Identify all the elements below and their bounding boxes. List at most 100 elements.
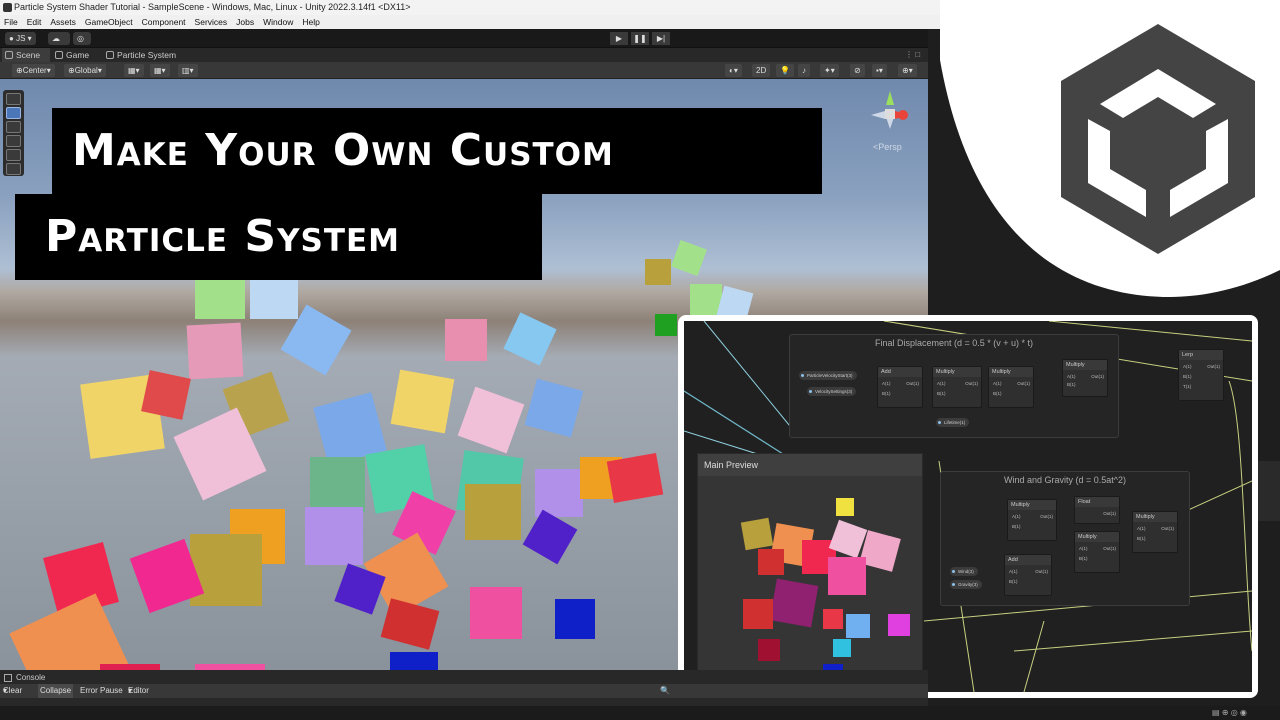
hand-tool-icon[interactable]	[6, 93, 21, 105]
port-out[interactable]: Out(1)	[1103, 511, 1116, 516]
tab-menu-icon[interactable]: ⋮ □	[905, 50, 920, 59]
audio-icon[interactable]: ♪	[798, 64, 810, 77]
multiply-node[interactable]: Multiply A(1) B(1) Out(1)	[1062, 359, 1108, 397]
menu-jobs[interactable]: Jobs	[236, 15, 254, 29]
port-b[interactable]: B(1)	[1067, 382, 1076, 387]
menu-window[interactable]: Window	[263, 15, 293, 29]
port-b[interactable]: B(1)	[937, 391, 946, 396]
account-dropdown[interactable]: ● JS ▾	[5, 32, 36, 45]
rotate-tool-icon[interactable]	[6, 121, 21, 133]
multiply-node[interactable]: Multiply A(1) B(1) Out(1)	[988, 366, 1034, 408]
port-a[interactable]: A(1)	[937, 381, 946, 386]
console-editor-dropdown[interactable]: Editor ▾	[128, 684, 149, 698]
velocity-settings-property[interactable]: VelocitySettings(3)	[807, 387, 857, 396]
port-a[interactable]: A(1)	[1067, 374, 1076, 379]
port-b[interactable]: B(1)	[1137, 536, 1146, 541]
lifetime-property[interactable]: Lifetime(1)	[936, 418, 970, 427]
menu-component[interactable]: Component	[142, 15, 186, 29]
tab-particle-system[interactable]: Particle System	[103, 48, 193, 62]
move-tool-icon[interactable]	[6, 107, 21, 119]
multiply-node[interactable]: Multiply A(1) B(1) Out(1)	[932, 366, 982, 408]
tab-game[interactable]: Game	[52, 48, 98, 62]
add-node[interactable]: Add A(1) B(1) Out(1)	[877, 366, 923, 408]
menu-file[interactable]: File	[4, 15, 18, 29]
cloud-icon[interactable]: ☁	[48, 32, 70, 45]
pivot-dropdown[interactable]: ⊕Center▾	[12, 64, 55, 77]
port-out[interactable]: Out(1)	[906, 381, 919, 386]
port-out[interactable]: Out(1)	[1017, 381, 1030, 386]
port-out[interactable]: Out(1)	[1161, 526, 1174, 531]
port-a[interactable]: A(1)	[1137, 526, 1146, 531]
scale-tool-icon[interactable]	[6, 135, 21, 147]
port-out[interactable]: Out(1)	[1103, 546, 1116, 551]
port-a[interactable]: A(1)	[1012, 514, 1021, 519]
step-button[interactable]: ▶|	[652, 32, 670, 45]
menu-services[interactable]: Services	[195, 15, 228, 29]
port-b[interactable]: B(1)	[882, 391, 891, 396]
port-a[interactable]: A(1)	[882, 381, 891, 386]
toggle-2d-button[interactable]: 2D	[752, 64, 771, 77]
console-icon	[4, 674, 12, 682]
float-node[interactable]: Float Out(1)	[1074, 496, 1120, 524]
port-out[interactable]: Out(1)	[1207, 364, 1220, 369]
port-out[interactable]: Out(1)	[1035, 569, 1048, 574]
perspective-label[interactable]: <Persp	[873, 142, 902, 152]
space-dropdown[interactable]: ⊕Global▾	[64, 64, 106, 77]
port-a[interactable]: A(1)	[993, 381, 1002, 386]
port-b[interactable]: B(1)	[993, 391, 1002, 396]
console-tab[interactable]: Console	[0, 672, 45, 684]
particle	[195, 279, 245, 319]
port-a[interactable]: A(1)	[1009, 569, 1018, 574]
menu-assets[interactable]: Assets	[50, 15, 76, 29]
particle	[671, 240, 707, 276]
grid-snap-button[interactable]: ▦▾	[124, 64, 144, 77]
space-label: Global	[74, 66, 98, 75]
preview-particle	[823, 609, 843, 629]
port-out[interactable]: Out(1)	[965, 381, 978, 386]
incremental-snap-button[interactable]: ▥▾	[178, 64, 198, 77]
port-a[interactable]: A(1)	[1183, 364, 1192, 369]
multiply-node[interactable]: Multiply A(1) B(1) Out(1)	[1132, 511, 1178, 553]
console-clear-button[interactable]: Clear ▾	[3, 684, 22, 698]
scene-gizmo[interactable]	[865, 83, 915, 138]
console-search-icon[interactable]: 🔍	[660, 684, 670, 698]
particle-velocity-property[interactable]: ParticleVelocityStart(3)	[799, 371, 857, 380]
port-out[interactable]: Out(1)	[1040, 514, 1053, 519]
pause-button[interactable]: ❚❚	[631, 32, 649, 45]
lighting-icon[interactable]: 💡	[776, 64, 794, 77]
play-button[interactable]: ▶	[610, 32, 628, 45]
particle	[655, 314, 677, 336]
effects-icon[interactable]: ✦▾	[820, 64, 839, 77]
port-b[interactable]: B(1)	[1012, 524, 1021, 529]
add-node[interactable]: Add A(1) B(1) Out(1)	[1004, 554, 1052, 596]
collab-icon[interactable]: ◎	[73, 32, 91, 45]
multiply-node[interactable]: Multiply A(1) B(1) Out(1)	[1074, 531, 1120, 573]
visibility-icon[interactable]: ⊘	[850, 64, 865, 77]
console-error-pause-button[interactable]: Error Pause	[80, 684, 123, 698]
camera-icon[interactable]: ▪▾	[872, 64, 887, 77]
wind-property[interactable]: Wind(3)	[950, 567, 978, 576]
menu-edit[interactable]: Edit	[27, 15, 42, 29]
port-out[interactable]: Out(1)	[1091, 374, 1104, 379]
port-b[interactable]: B(1)	[1079, 556, 1088, 561]
transform-tool-icon[interactable]	[6, 163, 21, 175]
menu-gameobject[interactable]: GameObject	[85, 15, 133, 29]
main-preview-panel[interactable]: Main Preview	[697, 453, 923, 679]
rect-tool-icon[interactable]	[6, 149, 21, 161]
menu-bar: File Edit Assets GameObject Component Se…	[0, 15, 940, 29]
wind-gravity-title: Wind and Gravity (d = 0.5at^2)	[1003, 475, 1127, 485]
menu-help[interactable]: Help	[302, 15, 319, 29]
port-b[interactable]: B(1)	[1009, 579, 1018, 584]
port-b[interactable]: B(1)	[1183, 374, 1192, 379]
port-t[interactable]: T(1)	[1183, 384, 1191, 389]
tab-scene[interactable]: Scene	[2, 48, 50, 62]
snap-increment-button[interactable]: ▦▾	[150, 64, 170, 77]
multiply-node[interactable]: Multiply A(1) B(1) Out(1)	[1007, 499, 1057, 541]
gizmos-icon[interactable]: ⊕▾	[898, 64, 917, 77]
draw-mode-button[interactable]: ◐▾	[725, 64, 742, 77]
port-a[interactable]: A(1)	[1079, 546, 1088, 551]
final-displacement-title: Final Displacement (d = 0.5 * (v + u) * …	[874, 338, 1034, 348]
gravity-property[interactable]: Gravity(3)	[950, 580, 982, 589]
lerp-node[interactable]: Lerp A(1) B(1) T(1) Out(1)	[1178, 349, 1224, 401]
console-collapse-button[interactable]: Collapse	[38, 684, 74, 698]
